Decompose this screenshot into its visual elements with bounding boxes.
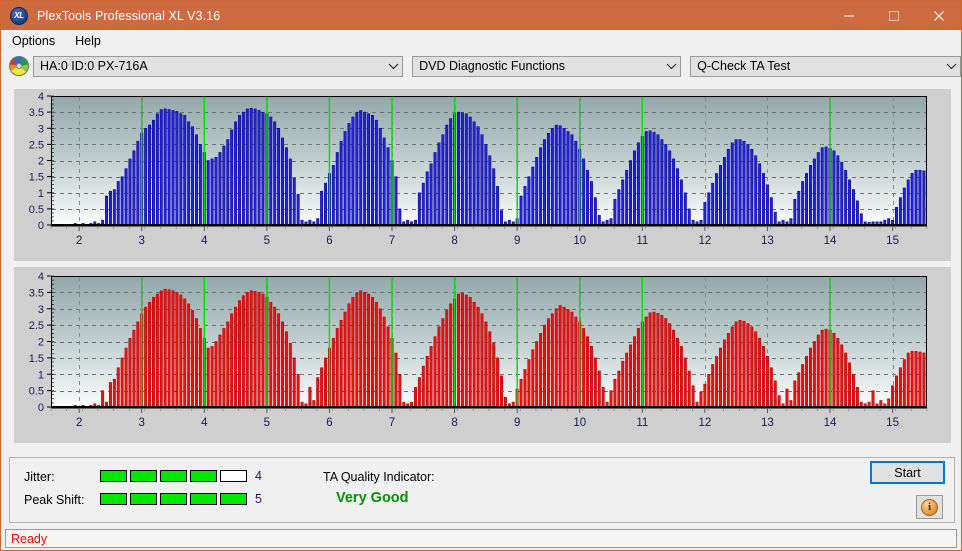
title-bar: XL PlexTools Professional XL V3.16 [1, 1, 961, 30]
svg-text:3: 3 [38, 123, 44, 135]
meter-segment [100, 470, 127, 482]
peak-shift-chart: 0 0.5 1 1.5 2 2.5 3 3.5 4 2 3 4 5 6 7 8 9 10 11 12 13 14 15 [14, 267, 951, 443]
svg-text:7: 7 [389, 235, 395, 247]
svg-text:6: 6 [326, 235, 332, 247]
chevron-down-icon [663, 57, 680, 76]
window-controls [826, 1, 961, 30]
svg-text:0.5: 0.5 [29, 204, 44, 216]
svg-text:4: 4 [38, 271, 44, 283]
svg-text:9: 9 [514, 417, 520, 429]
info-button[interactable]: i [916, 495, 943, 519]
svg-text:13: 13 [761, 235, 774, 247]
svg-text:1: 1 [38, 188, 44, 200]
start-button[interactable]: Start [870, 461, 945, 484]
jitter-chart-panel: 0 0.5 1 1.5 2 2.5 3 3.5 4 2 3 4 5 6 7 8 9 10 11 12 13 14 15 [14, 89, 951, 261]
jitter-meter [100, 470, 250, 482]
svg-text:4: 4 [201, 235, 208, 247]
svg-text:2: 2 [76, 417, 82, 429]
jitter-chart: 0 0.5 1 1.5 2 2.5 3 3.5 4 2 3 4 5 6 7 8 9 10 11 12 13 14 15 [14, 89, 951, 261]
meter-segment [190, 470, 217, 482]
disc-icon [9, 56, 29, 76]
test-select-value: Q-Check TA Test [697, 59, 791, 73]
peak-shift-value: 5 [255, 492, 262, 506]
peak-shift-meter [100, 493, 250, 505]
ta-quality-label: TA Quality Indicator: [323, 470, 435, 484]
svg-text:0: 0 [38, 220, 44, 232]
svg-text:3.5: 3.5 [29, 287, 44, 299]
svg-text:2.5: 2.5 [29, 320, 44, 332]
svg-text:2: 2 [38, 337, 44, 349]
meter-segment [160, 493, 187, 505]
svg-text:9: 9 [514, 235, 520, 247]
svg-text:5: 5 [264, 235, 270, 247]
minimize-icon[interactable] [826, 1, 871, 30]
drive-select[interactable]: HA:0 ID:0 PX-716A [33, 55, 404, 77]
svg-text:7: 7 [389, 417, 395, 429]
jitter-value: 4 [255, 469, 262, 483]
function-select[interactable]: DVD Diagnostic Functions [412, 55, 682, 77]
meter-segment [100, 493, 127, 505]
svg-text:0: 0 [38, 402, 44, 414]
ta-quality-value: Very Good [336, 490, 409, 506]
svg-text:2: 2 [38, 156, 44, 168]
svg-text:6: 6 [326, 417, 332, 429]
svg-text:4: 4 [201, 417, 208, 429]
status-text: Ready [11, 531, 48, 546]
meter-segment [160, 470, 187, 482]
svg-text:13: 13 [761, 417, 774, 429]
svg-text:8: 8 [451, 235, 457, 247]
meter-segment [190, 493, 217, 505]
svg-text:14: 14 [824, 235, 837, 247]
svg-text:12: 12 [698, 417, 711, 429]
svg-text:3: 3 [139, 235, 145, 247]
app-window: XL PlexTools Professional XL V3.16 Optio… [0, 0, 962, 551]
svg-text:10: 10 [573, 235, 586, 247]
menu-item-options[interactable]: Options [3, 32, 64, 50]
meter-segment [130, 470, 157, 482]
jitter-label: Jitter: [24, 470, 55, 484]
menu-item-help[interactable]: Help [66, 32, 110, 50]
drive-select-value: HA:0 ID:0 PX-716A [40, 59, 148, 73]
svg-text:5: 5 [264, 417, 270, 429]
function-select-value: DVD Diagnostic Functions [419, 59, 566, 73]
svg-text:11: 11 [636, 417, 648, 429]
svg-text:11: 11 [636, 235, 648, 247]
peak-shift-chart-panel: 0 0.5 1 1.5 2 2.5 3 3.5 4 2 3 4 5 6 7 8 9 10 11 12 13 14 15 [14, 267, 951, 443]
chevron-down-icon [943, 57, 960, 76]
svg-text:1: 1 [38, 369, 44, 381]
svg-text:0.5: 0.5 [29, 386, 44, 398]
svg-text:10: 10 [573, 417, 586, 429]
peak-shift-label: Peak Shift: [24, 493, 85, 507]
xl-logo-icon: XL [10, 6, 28, 25]
window-title: PlexTools Professional XL V3.16 [37, 8, 221, 23]
meter-segment [220, 493, 247, 505]
info-icon: i [921, 498, 938, 516]
maximize-icon[interactable] [871, 1, 916, 30]
svg-text:2.5: 2.5 [29, 139, 44, 151]
svg-text:14: 14 [824, 417, 837, 429]
svg-text:8: 8 [451, 417, 457, 429]
svg-text:3.5: 3.5 [29, 107, 44, 119]
svg-text:4: 4 [38, 91, 44, 103]
test-select[interactable]: Q-Check TA Test [690, 55, 962, 77]
svg-text:3: 3 [139, 417, 145, 429]
close-icon[interactable] [916, 1, 961, 30]
svg-text:15: 15 [886, 235, 899, 247]
menu-bar: Options Help [1, 30, 961, 52]
svg-text:1.5: 1.5 [29, 353, 44, 365]
selector-bar: HA:0 ID:0 PX-716A DVD Diagnostic Functio… [1, 52, 962, 80]
svg-text:15: 15 [886, 417, 899, 429]
chevron-down-icon [385, 57, 402, 76]
meter-segment [130, 493, 157, 505]
svg-text:3: 3 [38, 304, 44, 316]
meter-segment [220, 470, 247, 482]
results-group: Jitter: 4 Peak Shift: 5 TA Quality Indic… [9, 457, 955, 523]
svg-text:2: 2 [76, 235, 82, 247]
svg-text:1.5: 1.5 [29, 172, 44, 184]
svg-text:12: 12 [698, 235, 711, 247]
status-bar: Ready [5, 529, 957, 548]
